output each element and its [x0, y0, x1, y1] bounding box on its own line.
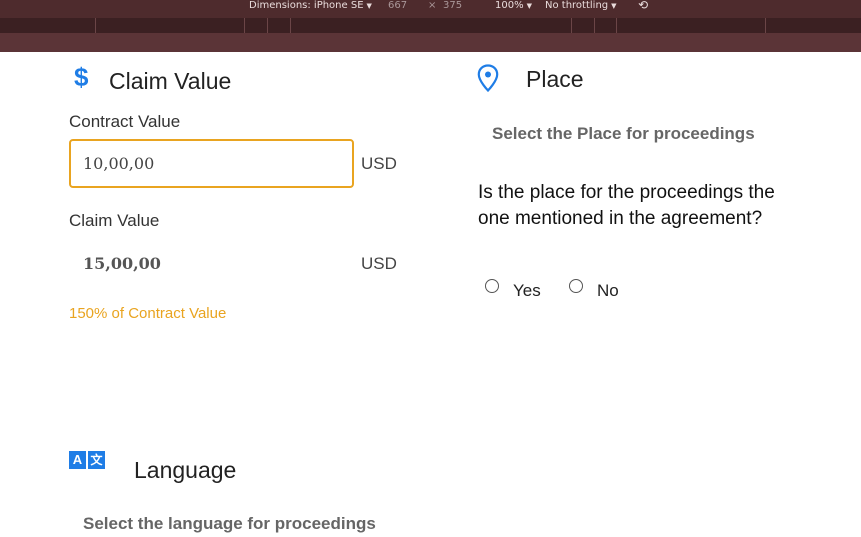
no-radio[interactable] [569, 279, 583, 293]
zoom-dropdown[interactable]: 100% ▼ [495, 0, 532, 12]
dimensions-dropdown[interactable]: Dimensions: iPhone SE ▼ [249, 0, 372, 12]
place-section-title: Place [526, 66, 584, 92]
claim-currency: USD [361, 254, 397, 273]
language-section-title: Language [134, 457, 237, 483]
no-radio-label[interactable]: No [597, 281, 619, 301]
language-subtitle: Select the language for proceedings [83, 514, 376, 533]
height-input[interactable]: 375 [443, 0, 462, 12]
contract-value-label: Contract Value [69, 112, 181, 131]
chevron-down-icon: ▼ [366, 2, 372, 10]
percent-note: 150% of Contract Value [69, 305, 227, 322]
width-input[interactable]: 667 [388, 0, 407, 12]
yes-radio[interactable] [485, 279, 499, 293]
yes-radio-label[interactable]: Yes [513, 281, 541, 301]
place-subtitle: Select the Place for proceedings [492, 124, 755, 143]
devtools-device-toolbar: Dimensions: iPhone SE ▼ 667 × 375 100% ▼ N… [0, 0, 861, 18]
dollar-icon: $ [74, 62, 89, 92]
chevron-down-icon: ▼ [611, 2, 617, 10]
dimensions-label: Dimensions: iPhone SE [249, 0, 364, 11]
claim-section-title: Claim Value [109, 68, 232, 94]
throttling-dropdown[interactable]: No throttling ▼ [545, 0, 617, 12]
chevron-down-icon: ▼ [526, 2, 532, 10]
zoom-label: 100% [495, 0, 524, 11]
location-pin-icon [477, 64, 499, 92]
translate-icon: A 文 [69, 451, 107, 469]
throttling-label: No throttling [545, 0, 609, 11]
media-query-bar [0, 18, 861, 33]
contract-currency: USD [361, 154, 397, 173]
rotate-icon[interactable]: ⟲ [638, 0, 648, 11]
times-separator: × [428, 0, 437, 11]
ruler-bar [0, 33, 861, 52]
claim-value-label: Claim Value [69, 211, 160, 230]
claim-value-readout: 15,00,00 [83, 254, 161, 273]
contract-value-input[interactable] [69, 139, 354, 188]
place-question: Is the place for the proceedings the one… [478, 182, 775, 229]
